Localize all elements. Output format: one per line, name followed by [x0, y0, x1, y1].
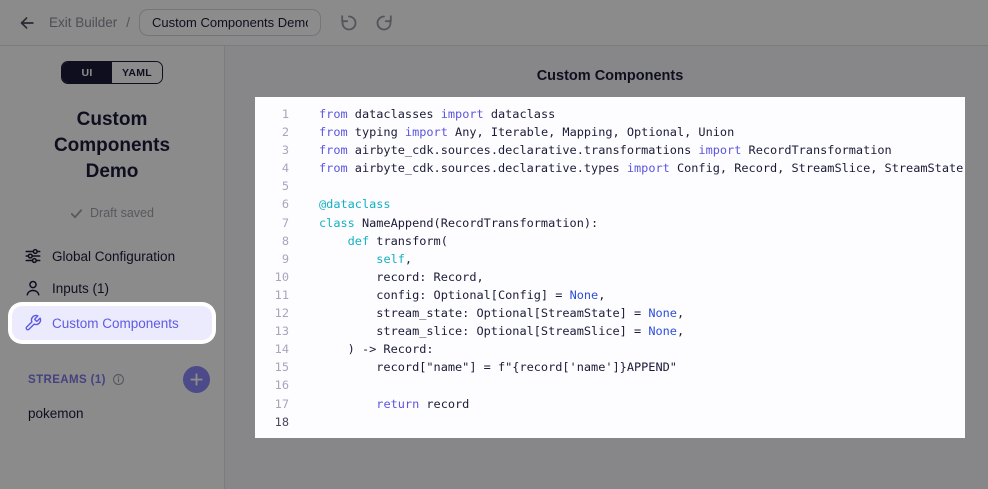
line-number: 1: [255, 105, 289, 123]
code-line[interactable]: 14 ) -> Record:: [255, 340, 965, 358]
line-number: 16: [255, 376, 289, 394]
line-number: 5: [255, 177, 289, 195]
line-number: 9: [255, 250, 289, 268]
add-stream-button[interactable]: [183, 366, 210, 393]
connector-builder-window: Exit Builder / UI YAML Custom: [0, 0, 988, 489]
redo-icon: [374, 13, 394, 33]
code-line[interactable]: 5: [255, 177, 965, 195]
back-button[interactable]: [14, 10, 40, 36]
line-number: 18: [255, 413, 289, 431]
sidebar-item-inputs[interactable]: Inputs (1): [12, 274, 212, 302]
sidebar-item-custom-components[interactable]: Custom Components: [12, 306, 212, 340]
plus-icon: [189, 372, 204, 387]
code-text: from dataclasses import dataclass: [319, 105, 555, 123]
code-line[interactable]: 4 from airbyte_cdk.sources.declarative.ty…: [255, 159, 965, 177]
code-text: from typing import Any, Iterable, Mappin…: [319, 123, 734, 141]
exit-builder-link[interactable]: Exit Builder: [49, 15, 117, 30]
save-status: Draft saved: [12, 206, 212, 220]
line-number: 12: [255, 304, 289, 322]
code-text: from airbyte_cdk.sources.declarative.tra…: [319, 141, 892, 159]
connector-name-input[interactable]: [139, 9, 321, 36]
user-icon: [24, 279, 42, 297]
wrench-icon: [24, 314, 42, 332]
line-number: 2: [255, 123, 289, 141]
line-number: 8: [255, 232, 289, 250]
streams-header-label: STREAMS (1): [28, 374, 106, 386]
code-text: return record: [319, 395, 469, 413]
code-text: record["name"] = f"{record['name']}APPEN…: [319, 358, 677, 376]
code-line[interactable]: 16: [255, 376, 965, 394]
line-number: 10: [255, 268, 289, 286]
info-icon[interactable]: [112, 373, 125, 386]
code-text: record: Record,: [319, 268, 484, 286]
line-number: 6: [255, 195, 289, 213]
code-text: class NameAppend(RecordTransformation):: [319, 214, 598, 232]
sidebar-item-label: Custom Components: [52, 316, 179, 331]
line-number: 4: [255, 159, 289, 177]
code-text: stream_slice: Optional[StreamSlice] = No…: [319, 322, 684, 340]
save-status-label: Draft saved: [90, 206, 154, 220]
stream-item[interactable]: pokemon: [12, 399, 212, 428]
streams-header: STREAMS (1): [12, 366, 212, 393]
page-title: Custom Components: [255, 68, 965, 84]
code-line[interactable]: 9 self,: [255, 250, 965, 268]
main-panel: Custom Components 1 from dataclasses impo…: [225, 46, 988, 489]
sidebar-item-label: Global Configuration: [52, 249, 175, 264]
toggle-ui-button[interactable]: UI: [62, 62, 112, 83]
streams-list: pokemon: [12, 399, 212, 428]
sidebar-item-global-configuration[interactable]: Global Configuration: [12, 242, 212, 270]
undo-button[interactable]: [338, 12, 360, 34]
ui-yaml-toggle: UI YAML: [61, 61, 163, 84]
line-number: 17: [255, 395, 289, 413]
code-line[interactable]: 11 config: Optional[Config] = None,: [255, 286, 965, 304]
project-title: Custom Components Demo: [37, 107, 187, 185]
code-text: def transform(: [319, 232, 448, 250]
line-number: 11: [255, 286, 289, 304]
back-arrow-icon: [18, 14, 36, 32]
line-number: 3: [255, 141, 289, 159]
code-line[interactable]: 18: [255, 413, 965, 431]
toggle-yaml-button[interactable]: YAML: [112, 62, 162, 83]
code-text: from airbyte_cdk.sources.declarative.typ…: [319, 159, 963, 177]
undo-icon: [339, 13, 359, 33]
code-line[interactable]: 17 return record: [255, 395, 965, 413]
code-line[interactable]: 7 class NameAppend(RecordTransformation):: [255, 214, 965, 232]
code-line[interactable]: 13 stream_slice: Optional[StreamSlice] =…: [255, 322, 965, 340]
sidebar-item-label: Inputs (1): [52, 281, 109, 296]
top-bar: Exit Builder /: [0, 0, 988, 46]
code-text: self,: [319, 250, 412, 268]
builder-sidebar: UI YAML Custom Components Demo Draft sav…: [0, 46, 225, 489]
code-line[interactable]: 2 from typing import Any, Iterable, Mappi…: [255, 123, 965, 141]
code-line[interactable]: 1 from dataclasses import dataclass: [255, 105, 965, 123]
line-number: 15: [255, 358, 289, 376]
code-line[interactable]: 3 from airbyte_cdk.sources.declarative.tr…: [255, 141, 965, 159]
redo-button[interactable]: [373, 12, 395, 34]
check-icon: [70, 207, 83, 220]
code-text: ) -> Record:: [319, 340, 434, 358]
code-line[interactable]: 15 record["name"] = f"{record['name']}AP…: [255, 358, 965, 376]
code-editor[interactable]: 1 from dataclasses import dataclass 2 from …: [255, 97, 965, 438]
code-text: @dataclass: [319, 195, 391, 213]
code-line[interactable]: 12 stream_state: Optional[StreamState] =…: [255, 304, 965, 322]
code-text: stream_state: Optional[StreamState] = No…: [319, 304, 684, 322]
code-text: config: Optional[Config] = None,: [319, 286, 605, 304]
code-line[interactable]: 6 @dataclass: [255, 195, 965, 213]
sliders-icon: [24, 247, 42, 265]
code-line[interactable]: 10 record: Record,: [255, 268, 965, 286]
code-line[interactable]: 8 def transform(: [255, 232, 965, 250]
sidebar-nav: Global Configuration Inputs (1): [12, 242, 212, 340]
line-number: 13: [255, 322, 289, 340]
line-number: 14: [255, 340, 289, 358]
line-number: 7: [255, 214, 289, 232]
breadcrumb-separator: /: [126, 15, 130, 30]
